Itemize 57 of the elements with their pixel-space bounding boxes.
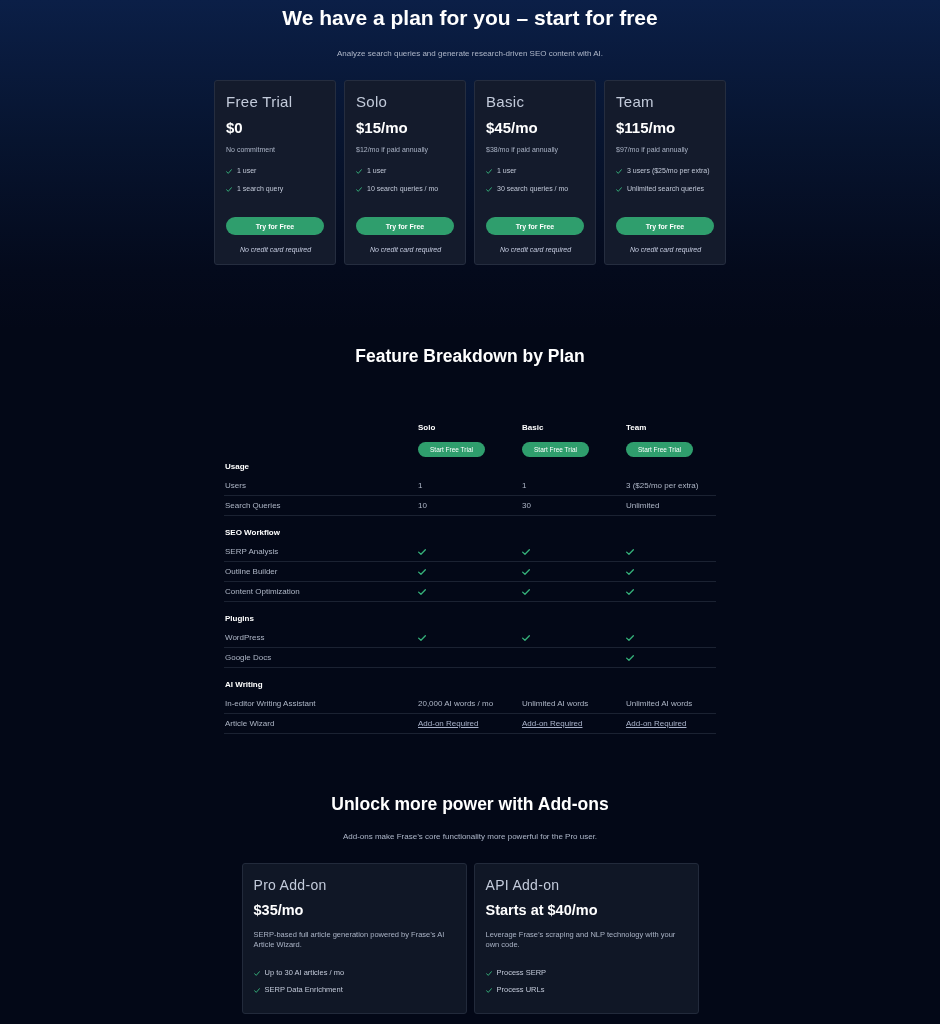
section-title: Unlock more power with Add-ons xyxy=(331,793,609,815)
add-on-link[interactable]: Add-on Required xyxy=(522,717,583,730)
group-heading: SEO Workflow xyxy=(224,527,280,539)
plan-name: Team xyxy=(616,92,654,112)
check-icon xyxy=(226,186,232,192)
group-heading: Plugins xyxy=(224,613,254,625)
section-title: Feature Breakdown by Plan xyxy=(355,345,585,367)
table-cell: 30 xyxy=(522,499,531,512)
check-icon xyxy=(485,970,492,976)
row-label: WordPress xyxy=(224,631,265,644)
table-cell: 1 xyxy=(418,479,423,492)
plan-price: $0 xyxy=(226,118,243,138)
plan-name: Solo xyxy=(356,92,388,112)
row-label: In-editor Writing Assistant xyxy=(224,697,316,710)
page-title: We have a plan for you – start for free xyxy=(282,5,658,31)
addon-price: Starts at $40/mo xyxy=(485,901,598,919)
add-on-link[interactable]: Add-on Required xyxy=(626,717,687,730)
plan-name: Free Trial xyxy=(226,92,293,112)
plan-column-header: Basic xyxy=(522,422,544,434)
addon-price: $35/mo xyxy=(253,901,304,919)
section-subtitle: Add-ons make Frase’s core functionality more powerful for the Pro user. xyxy=(342,831,598,843)
check-icon xyxy=(616,168,622,174)
check-icon xyxy=(253,970,260,976)
check-icon xyxy=(253,987,260,993)
page-subtitle: Analyze search queries and generate research-driven SEO content with AI. xyxy=(337,48,603,60)
check-icon xyxy=(616,186,622,192)
plan-column-header: Team xyxy=(626,422,647,434)
plan-price: $115/mo xyxy=(616,118,676,138)
addon-name: API Add-on xyxy=(485,876,560,894)
table-cell: 3 ($25/mo per extra) xyxy=(626,479,699,492)
row-label: SERP Analysis xyxy=(224,545,279,558)
addon-name: Pro Add-on xyxy=(253,876,327,894)
row-label: Search Queries xyxy=(224,499,281,512)
table-cell: Unlimited AI words xyxy=(522,697,589,710)
check-icon xyxy=(486,168,492,174)
row-label: Outline Builder xyxy=(224,565,278,578)
row-label: Article Wizard xyxy=(224,717,275,730)
check-icon xyxy=(356,168,362,174)
table-cell: 1 xyxy=(522,479,527,492)
plan-price: $45/mo xyxy=(486,118,538,138)
plan-name: Basic xyxy=(486,92,525,112)
row-label: Content Optimization xyxy=(224,585,300,598)
table-cell: 10 xyxy=(418,499,427,512)
plan-column-header: Solo xyxy=(418,422,436,434)
add-on-link[interactable]: Add-on Required xyxy=(418,717,479,730)
plan-price: $15/mo xyxy=(356,118,408,138)
group-heading: Usage xyxy=(224,461,249,473)
group-heading: AI Writing xyxy=(224,679,263,691)
row-label: Google Docs xyxy=(224,651,272,664)
check-icon xyxy=(485,987,492,993)
table-cell: Unlimited AI words xyxy=(626,697,693,710)
check-icon xyxy=(356,186,362,192)
check-icon xyxy=(486,186,492,192)
row-label: Users xyxy=(224,479,246,492)
check-icon xyxy=(226,168,232,174)
table-cell: Unlimited xyxy=(626,499,660,512)
table-cell: 20,000 AI words / mo xyxy=(418,697,494,710)
